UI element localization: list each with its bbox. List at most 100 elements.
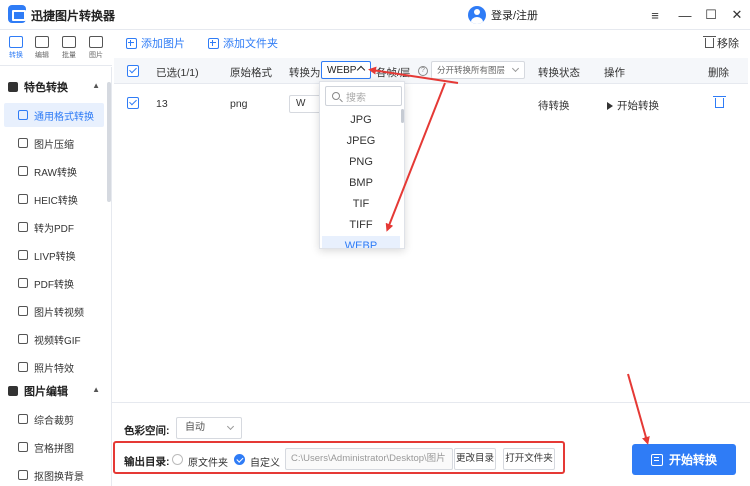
add-image-button[interactable]: 添加图片	[126, 34, 185, 52]
sidebar-item-image-to-video[interactable]: 图片转视频	[4, 299, 104, 323]
menu-icon[interactable]: ≡	[646, 6, 664, 24]
add-folder-label: 添加文件夹	[223, 38, 278, 50]
format-option-jpeg[interactable]: JPEG	[322, 131, 400, 151]
convert-format-select[interactable]: WEBP	[321, 61, 371, 79]
table-header: 已选(1/1) 原始格式 转换为 WEBP 各帧/层 ? 分开转换所有图层 转换…	[114, 58, 748, 84]
table-row: 13 png W 待转换 开始转换	[114, 86, 748, 120]
sidebar-item-general-convert[interactable]: 通用格式转换	[4, 103, 104, 127]
heic-icon	[18, 194, 28, 204]
app-title: 迅捷图片转换器	[31, 9, 116, 23]
play-icon	[607, 102, 613, 110]
section-image-edit[interactable]: 图片编辑 ▲	[0, 379, 108, 403]
sidebar-item-cutout[interactable]: 抠图换背景	[4, 463, 104, 486]
sidebar-item-label: 视频转GIF	[34, 335, 81, 347]
livp-icon	[18, 250, 28, 260]
row-delete-icon[interactable]	[713, 96, 726, 108]
header-convert-to: 转换为	[289, 67, 321, 79]
help-icon[interactable]: ?	[418, 66, 428, 76]
sidebar-item-label: RAW转换	[34, 167, 77, 179]
add-folder-icon	[208, 37, 219, 49]
start-convert-label: 开始转换	[668, 453, 717, 467]
header-status: 转换状态	[538, 67, 580, 79]
sidebar-item-pdf-convert[interactable]: PDF转换	[4, 271, 104, 295]
login-button[interactable]: 登录/注册	[468, 5, 538, 25]
format-option-png[interactable]: PNG	[322, 152, 400, 172]
row-target-select[interactable]: W	[289, 95, 323, 113]
format-option-bmp[interactable]: BMP	[322, 173, 400, 193]
sidebar-item-label: 抠图换背景	[34, 471, 84, 483]
color-space-select[interactable]: 自动	[176, 417, 242, 439]
sidebar-item-label: HEIC转换	[34, 195, 78, 207]
format-dropdown: 搜索 JPG JPEG PNG BMP TIF TIFF WEBP	[319, 81, 405, 249]
format-option-tiff[interactable]: TIFF	[322, 215, 400, 235]
format-option-tif[interactable]: TIF	[322, 194, 400, 214]
sidebar-scrollbar[interactable]	[107, 82, 111, 202]
search-icon	[332, 92, 340, 100]
chevron-up-icon	[356, 65, 366, 75]
sidebar-item-livp[interactable]: LIVP转换	[4, 243, 104, 267]
sidebar-item-grid[interactable]: 宫格拼图	[4, 435, 104, 459]
rail-image-label: 图片	[89, 52, 103, 59]
color-space-label: 色彩空间:	[124, 425, 170, 437]
image-icon	[89, 36, 103, 48]
close-button[interactable]: ✕	[728, 6, 746, 24]
sidebar-item-label: PDF转换	[34, 279, 74, 291]
row-status: 待转换	[538, 100, 570, 112]
sidebar-item-label: 转为PDF	[34, 223, 74, 235]
rail-convert[interactable]: 转换	[4, 34, 28, 64]
frames-select-value: 分开转换所有图层	[437, 65, 506, 75]
sidebar-item-label: 图片转视频	[34, 307, 84, 319]
annotation-box	[113, 441, 565, 474]
sidebar: 特色转换 ▲ 通用格式转换 图片压缩 RAW转换 HEIC转换 转为PDF LI…	[0, 67, 112, 486]
section-title: 图片编辑	[24, 386, 68, 398]
chevron-up-icon: ▲	[92, 385, 100, 394]
sidebar-item-label: 综合裁剪	[34, 415, 74, 427]
sidebar-item-label: 宫格拼图	[34, 443, 74, 455]
raw-icon	[18, 166, 28, 176]
rail-convert-label: 转换	[9, 52, 23, 59]
start-convert-button[interactable]: 开始转换	[632, 444, 736, 475]
sidebar-item-label: 图片压缩	[34, 139, 74, 151]
header-orig-format: 原始格式	[230, 67, 272, 79]
add-image-label: 添加图片	[141, 38, 185, 50]
sidebar-item-photo-effects[interactable]: 照片特效	[4, 355, 104, 379]
sidebar-item-label: LIVP转换	[34, 251, 76, 263]
section-icon	[8, 82, 18, 92]
row-start-button[interactable]: 开始转换	[607, 98, 659, 113]
video-icon	[18, 306, 28, 316]
row-format: png	[230, 98, 248, 110]
sidebar-item-to-pdf[interactable]: 转为PDF	[4, 215, 104, 239]
select-all-checkbox[interactable]	[127, 65, 139, 77]
row-checkbox[interactable]	[127, 97, 139, 109]
sidebar-item-label: 通用格式转换	[34, 111, 94, 123]
add-folder-button[interactable]: 添加文件夹	[208, 34, 278, 52]
frames-select[interactable]: 分开转换所有图层	[431, 61, 525, 79]
rail-edit[interactable]: 编辑	[30, 34, 54, 64]
header-selected: 已选(1/1)	[156, 67, 199, 79]
rail-image[interactable]: 图片	[84, 34, 108, 64]
sidebar-item-raw[interactable]: RAW转换	[4, 159, 104, 183]
format-option-webp[interactable]: WEBP	[322, 236, 400, 248]
batch-icon	[62, 36, 76, 48]
section-special-convert[interactable]: 特色转换 ▲	[0, 75, 108, 99]
sidebar-item-heic[interactable]: HEIC转换	[4, 187, 104, 211]
sidebar-item-crop[interactable]: 综合裁剪	[4, 407, 104, 431]
format-option-jpg[interactable]: JPG	[322, 110, 400, 130]
restore-button[interactable]: ☐	[702, 6, 720, 24]
convert-icon	[18, 110, 28, 120]
header-action: 操作	[604, 67, 625, 79]
format-search-input[interactable]: 搜索	[325, 86, 402, 106]
sidebar-item-video-to-gif[interactable]: 视频转GIF	[4, 327, 104, 351]
trash-icon	[703, 36, 716, 48]
header-delete: 删除	[708, 67, 729, 79]
chevron-up-icon: ▲	[92, 81, 100, 90]
rail-batch[interactable]: 批量	[57, 34, 81, 64]
dropdown-scrollbar[interactable]	[401, 109, 404, 123]
avatar-icon	[468, 6, 486, 24]
add-icon	[126, 37, 137, 49]
remove-button[interactable]: 移除	[703, 34, 739, 52]
sidebar-item-compress[interactable]: 图片压缩	[4, 131, 104, 155]
gif-icon	[18, 334, 28, 344]
minimize-button[interactable]: —	[676, 6, 694, 24]
color-space-value: 自动	[185, 422, 205, 433]
